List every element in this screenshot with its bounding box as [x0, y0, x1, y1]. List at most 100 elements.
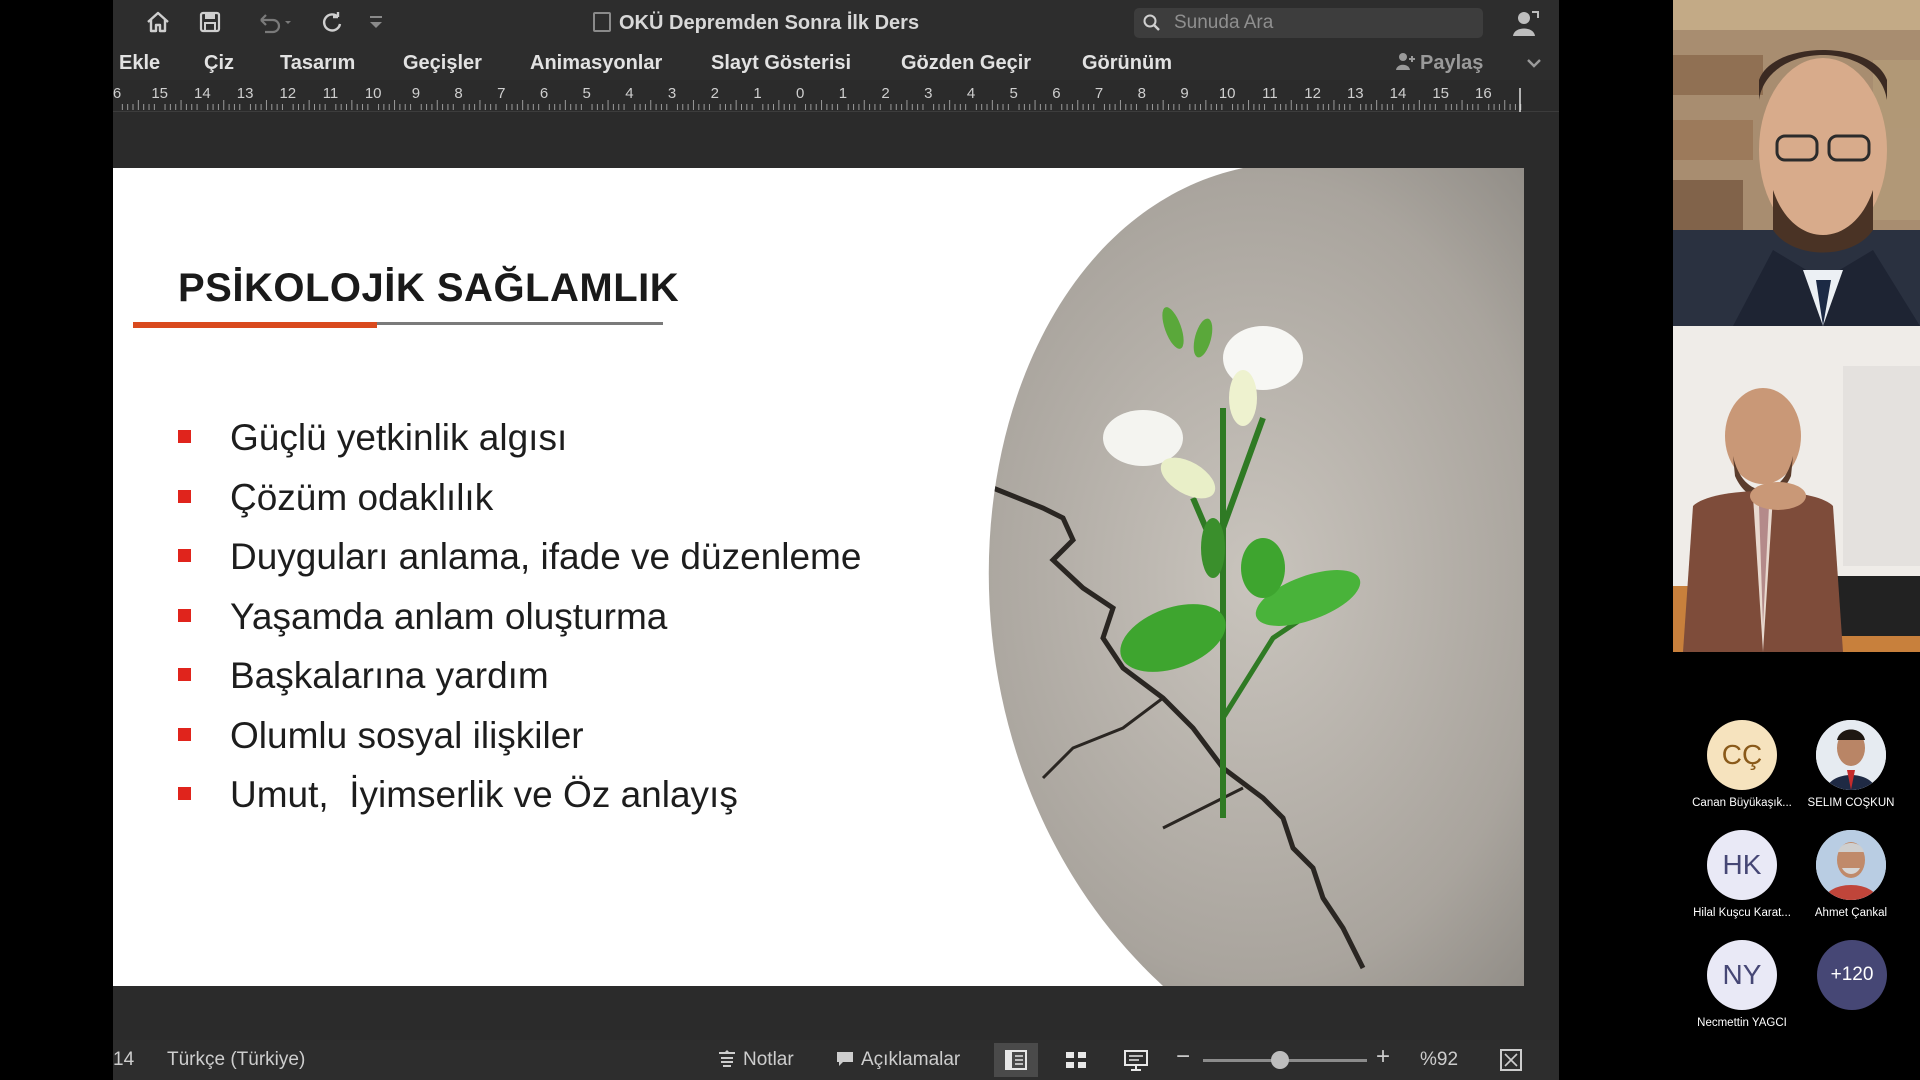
ruler-label: 12	[1304, 85, 1321, 102]
bullet-marker	[178, 727, 191, 741]
ruler-label: 5	[1010, 85, 1018, 102]
bullet-item: Çözüm odaklılık	[178, 473, 861, 533]
ruler-label: 4	[625, 85, 633, 102]
tab-gozden-gecir[interactable]: Gözden Geçir	[901, 50, 1031, 76]
zoom-out-button[interactable]: −	[1176, 1045, 1190, 1069]
ribbon-tabs: Ekle Çiz Tasarım Geçişler Animasyonlar S…	[113, 46, 1559, 80]
bullet-text: Yaşamda anlam oluşturma	[230, 595, 668, 637]
undo-icon[interactable]	[253, 8, 297, 38]
tab-ekle[interactable]: Ekle	[119, 50, 160, 76]
ruler-label: 7	[497, 85, 505, 102]
grid-icon	[1066, 1052, 1086, 1068]
avatar-photo	[1816, 720, 1886, 790]
more-participants-badge[interactable]: +120	[1817, 940, 1887, 1010]
ruler-label: 16	[1475, 85, 1492, 102]
bullet-item: Güçlü yetkinlik algısı	[178, 413, 861, 473]
avatar: HK	[1707, 830, 1777, 900]
ruler-label: 6	[113, 85, 121, 102]
bullet-marker	[178, 787, 191, 800]
ruler-label: 15	[151, 85, 168, 102]
ruler-label: 11	[1262, 85, 1278, 102]
ruler-label: 9	[412, 85, 420, 102]
participant-name: SELİM COŞKUN	[1807, 797, 1895, 809]
title-bar: OKÜ Depremden Sonra İlk Ders	[113, 0, 1559, 46]
bullet-text: Başkalarına yardım	[230, 655, 549, 696]
ruler-label: 10	[365, 85, 382, 102]
slide[interactable]: PSİKOLOJİK SAĞLAMLIK Güçlü yetkinlik alg…	[113, 168, 1524, 986]
zoom-in-button[interactable]: +	[1376, 1045, 1390, 1069]
ruler-label: 13	[1347, 85, 1364, 102]
video-feed-presenter[interactable]	[1673, 0, 1920, 326]
title-underline-accent	[133, 322, 377, 328]
search-box[interactable]	[1134, 8, 1483, 38]
search-input[interactable]	[1174, 11, 1474, 35]
save-icon[interactable]	[195, 8, 225, 38]
bullet-marker	[178, 430, 191, 443]
bullet-marker	[178, 668, 191, 681]
bullet-text: Umut, İyimserlik ve Öz anlayış	[230, 774, 738, 815]
chevron-down-icon[interactable]	[1523, 52, 1545, 74]
ruler-label: 3	[924, 85, 932, 102]
add-person-icon	[1396, 53, 1415, 70]
tab-gorunum[interactable]: Görünüm	[1082, 50, 1172, 76]
ruler-label: 6	[1052, 85, 1060, 102]
share-label: Paylaş	[1420, 52, 1484, 74]
normal-view-button[interactable]	[994, 1043, 1038, 1077]
tab-gecisler[interactable]: Geçişler	[403, 50, 482, 76]
ruler-label: 1	[839, 85, 847, 102]
comments-button[interactable]: Açıklamalar	[835, 1049, 960, 1071]
ruler-label: 7	[1095, 85, 1103, 102]
flower-in-crack-photo[interactable]	[923, 168, 1524, 986]
fit-to-window-button[interactable]	[1499, 1048, 1523, 1078]
comments-label: Açıklamalar	[861, 1049, 961, 1070]
ruler-label: 12	[279, 85, 296, 102]
share-button[interactable]: Paylaş	[1394, 50, 1483, 76]
bullet-text: Güçlü yetkinlik algısı	[230, 417, 568, 458]
bullet-item: Yaşamda anlam oluşturma	[178, 592, 861, 652]
tab-ciz[interactable]: Çiz	[204, 50, 234, 76]
bullet-item: Umut, İyimserlik ve Öz anlayış	[178, 770, 861, 830]
participant-name: Necmettin YAĞCI	[1697, 1017, 1787, 1029]
powerpoint-window: OKÜ Depremden Sonra İlk Ders Ekle Çiz Ta…	[113, 0, 1559, 1080]
notes-label: Notlar	[743, 1049, 794, 1070]
bullet-marker	[178, 489, 191, 503]
ruler-label: 2	[711, 85, 719, 102]
participant-tile[interactable]: Ahmet Çankal	[1781, 830, 1920, 919]
slide-title[interactable]: PSİKOLOJİK SAĞLAMLIK	[178, 266, 679, 311]
ruler-label: 5	[583, 85, 591, 102]
zoom-level[interactable]: %92	[1420, 1049, 1458, 1071]
reading-view-button[interactable]	[1114, 1043, 1158, 1077]
bullet-text: Çözüm odaklılık	[230, 476, 494, 518]
account-icon[interactable]	[1510, 8, 1540, 38]
ruler-label: 14	[1390, 85, 1407, 102]
ruler-label: 0	[796, 85, 804, 102]
participant-tile[interactable]: NY Necmettin YAĞCI	[1672, 940, 1812, 1029]
home-icon[interactable]	[143, 8, 173, 38]
ruler-label: 15	[1432, 85, 1449, 102]
tab-slayt-gosterisi[interactable]: Slayt Gösterisi	[711, 50, 851, 76]
bullet-marker	[178, 608, 191, 622]
screen: OKÜ Depremden Sonra İlk Ders Ekle Çiz Ta…	[0, 0, 1920, 1080]
bullet-item: Başkalarına yardım	[178, 651, 861, 711]
ruler-label: 9	[1180, 85, 1188, 102]
ruler-label: 13	[237, 85, 254, 102]
ruler-label: 3	[668, 85, 676, 102]
zoom-slider-thumb[interactable]	[1271, 1051, 1289, 1069]
language-status[interactable]: Türkçe (Türkiye)	[167, 1049, 305, 1071]
participant-name: Ahmet Çankal	[1814, 907, 1888, 919]
document-title-text: OKÜ Depremden Sonra İlk Ders	[619, 12, 920, 34]
video-feed-participant[interactable]	[1673, 326, 1920, 652]
bullet-text: Olumlu sosyal ilişkiler	[230, 714, 584, 756]
status-bar: 14 Türkçe (Türkiye) Notlar Açıklamalar −…	[113, 1040, 1559, 1080]
participant-tile[interactable]: SELİM COŞKUN	[1781, 720, 1920, 809]
slide-sorter-button[interactable]	[1054, 1043, 1098, 1077]
comment-icon	[837, 1052, 853, 1066]
tab-animasyonlar[interactable]: Animasyonlar	[530, 50, 662, 76]
notes-button[interactable]: Notlar	[717, 1049, 794, 1071]
ruler-label: 2	[881, 85, 889, 102]
redo-icon[interactable]	[317, 8, 347, 38]
customize-toolbar-icon[interactable]	[361, 8, 391, 38]
tab-tasarim[interactable]: Tasarım	[280, 50, 355, 76]
bullet-list[interactable]: Güçlü yetkinlik algısı Çözüm odaklılık D…	[178, 413, 861, 830]
document-icon	[593, 12, 611, 32]
